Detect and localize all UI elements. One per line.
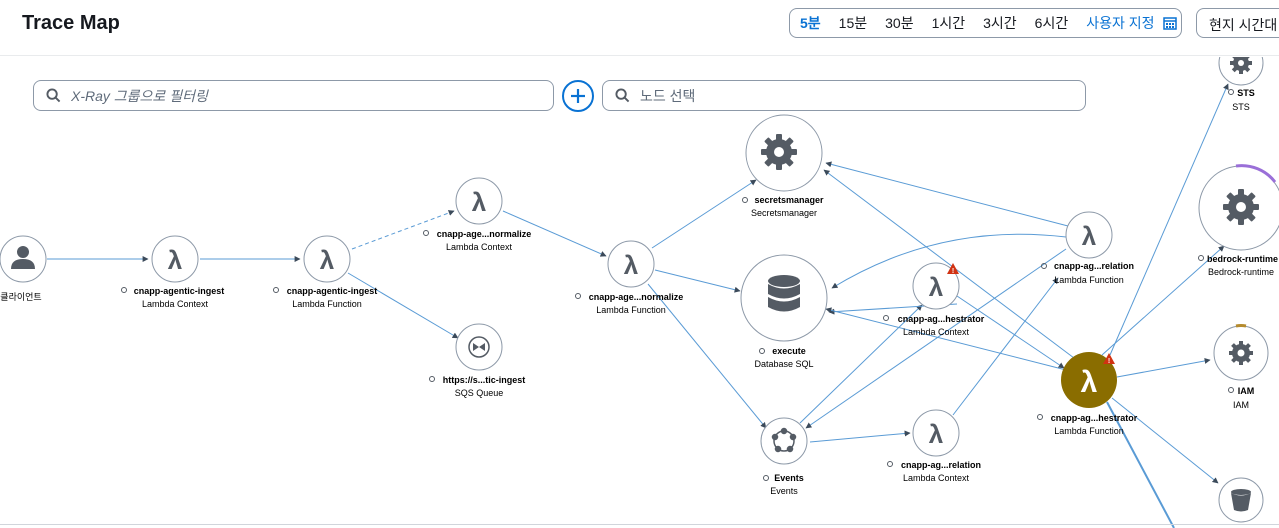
lambda-icon: λ <box>1082 221 1097 251</box>
custom-range-link[interactable]: 사용자 지정 <box>1086 13 1154 33</box>
node-name: cnapp-age...normalize <box>437 229 532 239</box>
bottom-divider <box>0 524 1279 528</box>
node-type: Lambda Function <box>1054 275 1124 285</box>
edge <box>651 179 757 249</box>
node-type: Lambda Context <box>903 327 970 337</box>
service-map[interactable]: 클라이언트 λ cnapp-agentic-ingest Lambda Cont… <box>0 57 1279 528</box>
lambda-icon: λ <box>929 272 944 302</box>
node-type: Lambda Function <box>292 299 362 309</box>
database-icon <box>768 275 800 312</box>
node-type: Lambda Function <box>1054 426 1124 436</box>
time-range-selector: 5분 15분 30분 1시간 3시간 6시간 사용자 지정 <box>789 8 1182 38</box>
node-ingest-context[interactable]: λ cnapp-agentic-ingest Lambda Context <box>121 235 225 309</box>
node-s3-bucket[interactable] <box>1218 477 1264 523</box>
node-type: Secretsmanager <box>751 208 817 218</box>
node-type: Database SQL <box>754 359 813 369</box>
edge <box>825 161 1069 227</box>
edge <box>809 430 911 443</box>
node-name: cnapp-age...normalize <box>589 292 684 302</box>
node-name: cnapp-ag...hestrator <box>898 314 985 324</box>
node-iam[interactable]: IAM IAM <box>1213 324 1269 410</box>
node-normalize-context[interactable]: λ cnapp-age...normalize Lambda Context <box>423 177 532 252</box>
node-type: IAM <box>1233 400 1249 410</box>
node-type: STS <box>1232 102 1250 112</box>
timezone-button[interactable]: 현지 시간대 <box>1196 8 1279 38</box>
node-type: Lambda Context <box>446 242 513 252</box>
node-name: cnapp-ag...hestrator <box>1051 413 1138 423</box>
node-bedrock-runtime[interactable]: bedrock-runtime Bedrock-runtime <box>1198 164 1279 277</box>
range-3hour[interactable]: 3시간 <box>983 13 1017 33</box>
node-name: secretsmanager <box>754 195 824 205</box>
node-name: IAM <box>1238 386 1255 396</box>
edge <box>347 272 459 339</box>
bucket-icon <box>1231 489 1251 512</box>
node-name: cnapp-ag...relation <box>901 460 981 470</box>
node-type: Lambda Function <box>596 305 666 315</box>
node-orchestrator-function[interactable]: λ ! cnapp-ag...hestrator Lambda Function <box>1037 352 1138 436</box>
trace-map-page: Trace Map 5분 15분 30분 1시간 3시간 6시간 사용자 지정 … <box>0 0 1279 528</box>
node-name: cnapp-agentic-ingest <box>287 286 378 296</box>
svg-text:!: ! <box>1108 358 1110 365</box>
node-name: bedrock-runtime <box>1207 254 1278 264</box>
gear-icon <box>1229 341 1253 365</box>
gear-icon <box>1223 189 1259 225</box>
node-sts[interactable]: STS STS <box>1218 57 1264 112</box>
node-name: STS <box>1237 88 1255 98</box>
node-events[interactable]: Events Events <box>760 417 808 496</box>
range-5min[interactable]: 5분 <box>800 13 821 33</box>
range-6hour[interactable]: 6시간 <box>1035 13 1069 33</box>
node-name: cnapp-ag...relation <box>1054 261 1134 271</box>
node-client[interactable]: 클라이언트 <box>0 235 47 302</box>
node-type: Bedrock-runtime <box>1208 267 1274 277</box>
node-name: https://s...tic-ingest <box>443 375 526 385</box>
edge <box>654 269 741 293</box>
node-type: Lambda Context <box>142 299 209 309</box>
node-name: cnapp-agentic-ingest <box>134 286 225 296</box>
gear-icon <box>761 134 797 170</box>
node-ingest-function[interactable]: λ cnapp-agentic-ingest Lambda Function <box>273 235 378 309</box>
node-type: Lambda Context <box>903 473 970 483</box>
node-name: execute <box>772 346 806 356</box>
lambda-icon: λ <box>929 419 944 449</box>
edge <box>1116 358 1211 378</box>
edge <box>952 277 1059 416</box>
svg-text:!: ! <box>952 268 954 275</box>
node-type: SQS Queue <box>455 388 504 398</box>
node-secretsmanager[interactable]: secretsmanager Secretsmanager <box>742 114 825 218</box>
lambda-icon: λ <box>472 187 487 217</box>
edge <box>956 295 1065 369</box>
lambda-icon: λ <box>624 250 639 280</box>
range-1hour[interactable]: 1시간 <box>932 13 966 33</box>
node-name: Events <box>774 473 804 483</box>
lambda-icon: λ <box>1081 366 1098 399</box>
calendar-icon[interactable] <box>1162 16 1177 30</box>
page-title: Trace Map <box>22 12 120 34</box>
range-30min[interactable]: 30분 <box>885 13 913 33</box>
node-normalize-function[interactable]: λ cnapp-age...normalize Lambda Function <box>575 240 684 315</box>
node-correlation-context[interactable]: λ cnapp-ag...relation Lambda Context <box>887 409 982 483</box>
lambda-icon: λ <box>320 245 335 275</box>
lambda-icon: λ <box>168 245 183 275</box>
node-execute-database[interactable]: execute Database SQL <box>740 254 828 369</box>
range-15min[interactable]: 15분 <box>839 13 867 33</box>
page-header: Trace Map 5분 15분 30분 1시간 3시간 6시간 사용자 지정 … <box>0 0 1279 56</box>
node-sqs-queue[interactable]: https://s...tic-ingest SQS Queue <box>429 323 526 398</box>
node-type: Events <box>770 486 798 496</box>
node-orchestrator-context[interactable]: λ ! cnapp-ag...hestrator Lambda Context <box>883 262 985 337</box>
node-name: 클라이언트 <box>0 291 41 302</box>
